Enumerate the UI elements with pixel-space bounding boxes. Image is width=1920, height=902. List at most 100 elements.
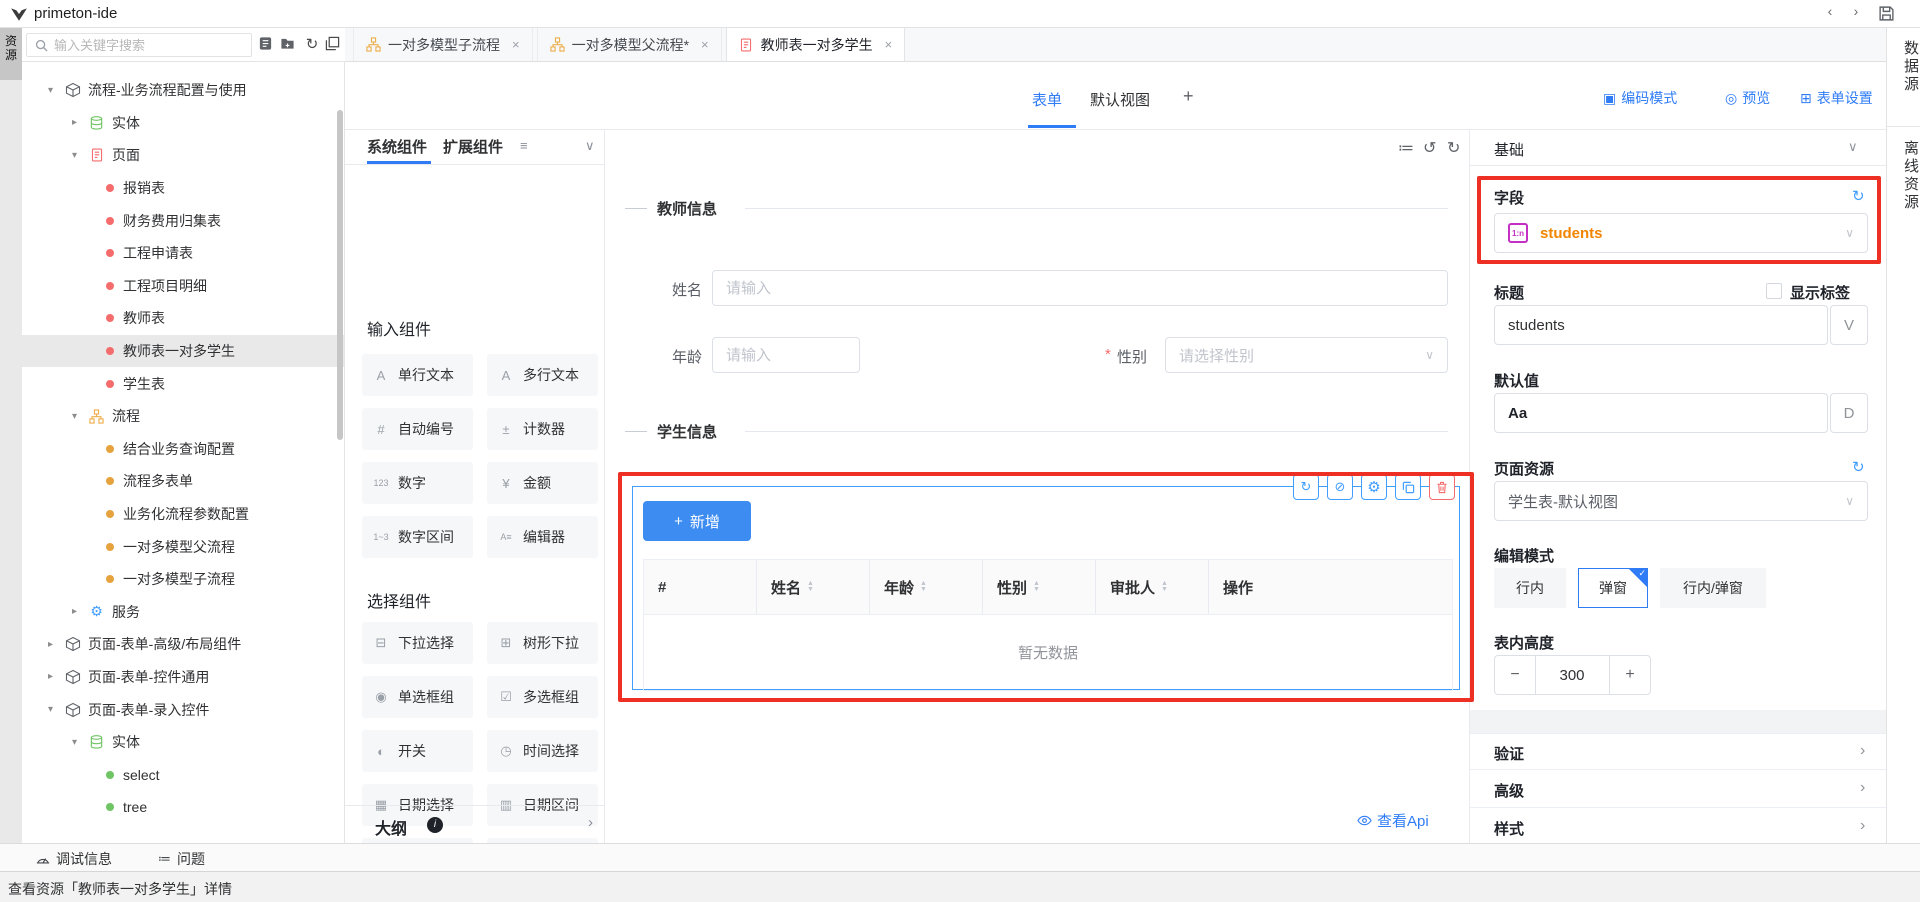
- sort-icon[interactable]: ▲▼: [1161, 581, 1168, 593]
- collapse-all-icon[interactable]: [325, 36, 343, 54]
- palette-item-multi-line-text[interactable]: A多行文本: [487, 354, 598, 396]
- tree-item-18[interactable]: ▸页面-表单-控件通用: [22, 661, 344, 694]
- tree-item-4[interactable]: 财务费用归集表: [22, 204, 344, 237]
- tree-item-14[interactable]: 一对多模型父流程: [22, 530, 344, 563]
- tree-item-15[interactable]: 一对多模型子流程: [22, 563, 344, 596]
- tree-item-17[interactable]: ▸页面-表单-高级/布局组件: [22, 628, 344, 661]
- preview-button[interactable]: ◎ 预览: [1725, 88, 1770, 108]
- section-teacher-info[interactable]: 教师信息: [605, 198, 1470, 218]
- resource-rail-tab[interactable]: 资源: [0, 28, 22, 80]
- delete-icon[interactable]: [1429, 474, 1455, 500]
- palette-collapse-icon[interactable]: ∨: [585, 138, 595, 154]
- palette-item-checkbox-group[interactable]: ☑多选框组: [487, 676, 598, 718]
- locate-file-icon[interactable]: [258, 36, 276, 54]
- tree-item-6[interactable]: 工程项目明细: [22, 270, 344, 303]
- sort-icon[interactable]: ▲▼: [1033, 581, 1040, 593]
- name-input[interactable]: [712, 270, 1448, 306]
- problems-button[interactable]: ≔ 问题: [158, 849, 205, 869]
- title-input[interactable]: [1494, 305, 1828, 345]
- tree-item-11[interactable]: 结合业务查询配置: [22, 433, 344, 466]
- tree-item-8[interactable]: 教师表一对多学生: [22, 335, 344, 368]
- edit-mode-inline[interactable]: 行内: [1494, 568, 1566, 608]
- tree-item-9[interactable]: 学生表: [22, 367, 344, 400]
- section-validation[interactable]: 验证›: [1470, 733, 1886, 770]
- column-header-4[interactable]: 审批人▲▼: [1096, 560, 1209, 614]
- info-icon[interactable]: i: [427, 817, 443, 833]
- default-value-addon[interactable]: D: [1830, 393, 1868, 433]
- field-select[interactable]: 1:n students ∨: [1494, 213, 1868, 253]
- undo-icon[interactable]: ↺: [1423, 138, 1436, 158]
- palette-item-editor[interactable]: A≡编辑器: [487, 516, 598, 558]
- history-forward-icon[interactable]: ›: [1846, 3, 1866, 19]
- sort-icon[interactable]: ▲▼: [920, 581, 927, 593]
- tree-item-7[interactable]: 教师表: [22, 302, 344, 335]
- palette-menu-icon[interactable]: ≡: [520, 138, 528, 153]
- file-tab-2[interactable]: 教师表一对多学生×: [726, 28, 906, 61]
- outline-tree-icon[interactable]: ≔: [1398, 138, 1414, 158]
- column-header-3[interactable]: 性别▲▼: [983, 560, 1096, 614]
- edit-mode-inline-modal[interactable]: 行内/弹窗: [1660, 568, 1766, 608]
- tree-item-12[interactable]: 流程多表单: [22, 465, 344, 498]
- refresh-tree-icon[interactable]: ↻: [303, 36, 321, 54]
- tree-item-19[interactable]: ▾页面-表单-录入控件: [22, 693, 344, 726]
- section-student-info[interactable]: 学生信息: [605, 421, 1470, 441]
- section-style[interactable]: 样式›: [1470, 809, 1886, 846]
- rail-tab-offline-resource[interactable]: 离线资源: [1887, 140, 1920, 212]
- refresh-resource-icon[interactable]: ↻: [1852, 458, 1865, 476]
- new-folder-icon[interactable]: [280, 36, 298, 54]
- page-resource-select[interactable]: 学生表-默认视图 ∨: [1494, 481, 1868, 521]
- close-icon[interactable]: ×: [512, 37, 520, 52]
- view-api-link[interactable]: 查看Api: [1357, 810, 1429, 831]
- code-mode-button[interactable]: ▣ 编码模式: [1603, 88, 1677, 108]
- file-tab-0[interactable]: 一对多模型子流程×: [353, 28, 533, 61]
- link-icon[interactable]: ⊘: [1327, 474, 1353, 500]
- table-height-value[interactable]: 300: [1535, 655, 1609, 695]
- outline-bar[interactable]: 大纲 i ›: [345, 805, 605, 843]
- add-row-button[interactable]: + 新增: [643, 501, 751, 541]
- tree-item-16[interactable]: ▸⚙服务: [22, 596, 344, 629]
- gender-select[interactable]: 请选择性别 ∨: [1165, 337, 1448, 373]
- caret-down-icon[interactable]: ▾: [48, 85, 64, 96]
- show-label-checkbox[interactable]: [1766, 283, 1782, 299]
- stepper-minus-button[interactable]: −: [1494, 655, 1536, 695]
- debug-info-button[interactable]: 调试信息: [36, 849, 112, 869]
- tab-default-view[interactable]: 默认视图: [1090, 89, 1150, 110]
- tree-scrollbar[interactable]: [337, 110, 343, 440]
- search-box[interactable]: [26, 33, 252, 57]
- form-settings-button[interactable]: ⊞ 表单设置: [1800, 88, 1873, 108]
- default-value-input[interactable]: [1494, 393, 1828, 433]
- palette-item-tree-dropdown[interactable]: ⊞树形下拉: [487, 622, 598, 664]
- tree-item-2[interactable]: ▾页面: [22, 139, 344, 172]
- tab-form[interactable]: 表单: [1032, 89, 1062, 110]
- history-back-icon[interactable]: ‹: [1820, 3, 1840, 19]
- palette-item-single-line-text[interactable]: A单行文本: [362, 354, 473, 396]
- column-header-2[interactable]: 年龄▲▼: [870, 560, 983, 614]
- caret-down-icon[interactable]: ▾: [72, 737, 88, 748]
- stepper-plus-button[interactable]: +: [1609, 655, 1651, 695]
- tree-item-5[interactable]: 工程申请表: [22, 237, 344, 270]
- save-icon[interactable]: [1878, 5, 1895, 22]
- tree-item-20[interactable]: ▾实体: [22, 726, 344, 759]
- outline-expand-icon[interactable]: ›: [588, 814, 593, 831]
- palette-item-auto-number[interactable]: #自动编号: [362, 408, 473, 450]
- palette-item-number[interactable]: 123数字: [362, 462, 473, 504]
- tree-item-22[interactable]: tree: [22, 791, 344, 824]
- caret-down-icon[interactable]: ▾: [72, 411, 88, 422]
- redo-icon[interactable]: ↻: [1447, 138, 1460, 158]
- refresh-field-icon[interactable]: ↻: [1852, 187, 1865, 205]
- file-tab-1[interactable]: 一对多模型父流程*×: [537, 28, 722, 61]
- rail-tab-datasource[interactable]: 数据源: [1887, 40, 1920, 94]
- tree-item-21[interactable]: select: [22, 758, 344, 791]
- palette-item-amount[interactable]: ¥金额: [487, 462, 598, 504]
- inspector-header[interactable]: 基础 ∨: [1470, 130, 1886, 166]
- palette-tab-extension[interactable]: 扩展组件: [443, 136, 503, 157]
- palette-item-time-picker[interactable]: ◷时间选择: [487, 730, 598, 772]
- age-input[interactable]: [712, 337, 860, 373]
- students-subtable-widget[interactable]: ↻ ⊘ ⚙ + 新增 #姓名▲▼年龄▲▼性别▲▼审批人▲▼操作 暂无数据: [632, 486, 1460, 690]
- search-input[interactable]: [54, 38, 251, 53]
- tree-item-0[interactable]: ▾流程-业务流程配置与使用: [22, 74, 344, 107]
- tree-item-3[interactable]: 报销表: [22, 172, 344, 205]
- caret-right-icon[interactable]: ▸: [48, 671, 64, 682]
- caret-right-icon[interactable]: ▸: [72, 606, 88, 617]
- caret-right-icon[interactable]: ▸: [48, 639, 64, 650]
